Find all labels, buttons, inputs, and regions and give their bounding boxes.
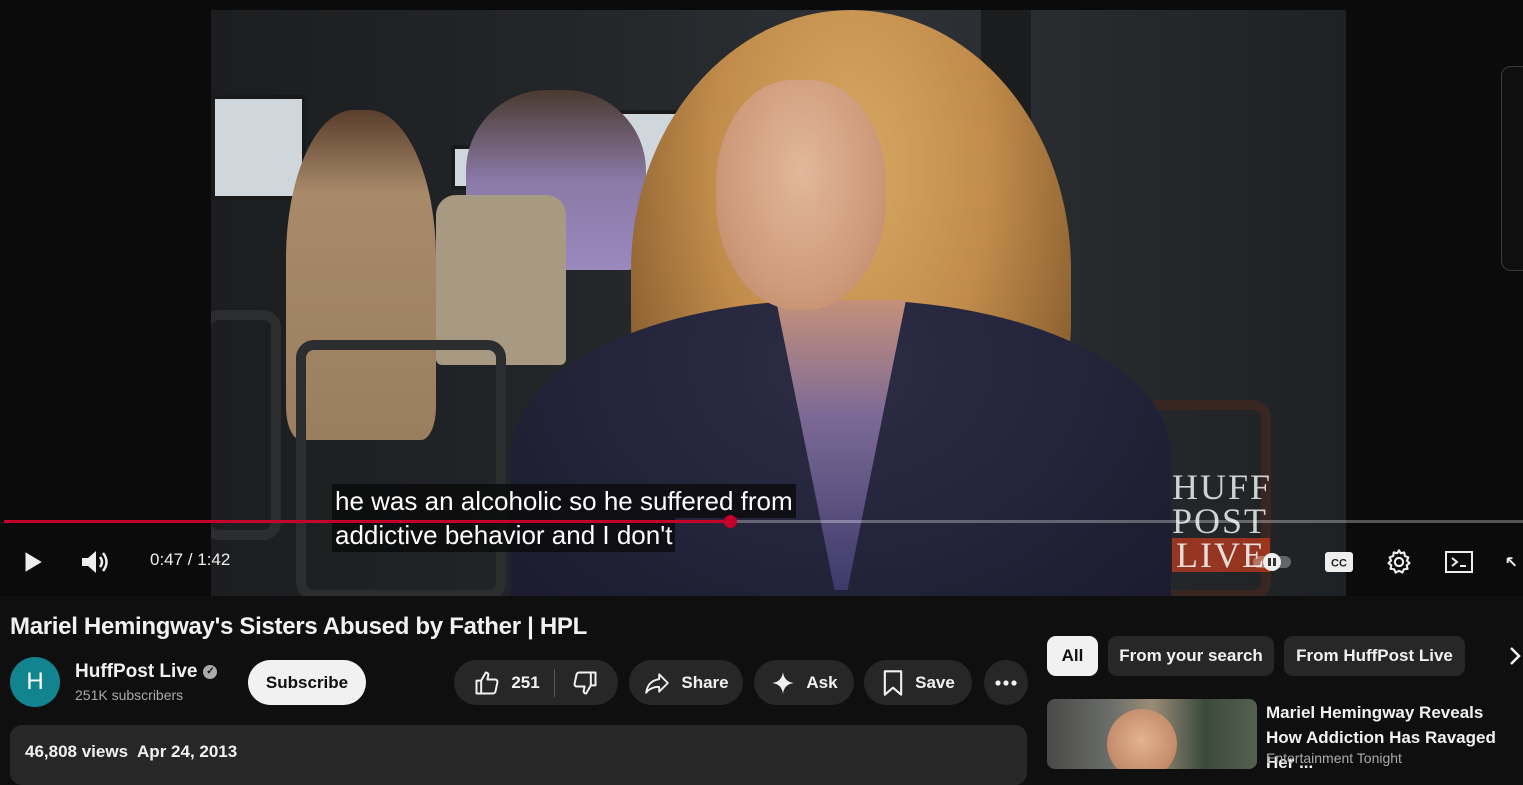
volume-icon xyxy=(82,551,108,573)
channel-row: H HuffPost Live ✓ 251K subscribers Subsc… xyxy=(10,657,1030,709)
like-button[interactable]: 251 xyxy=(473,668,555,697)
thumbs-down-icon xyxy=(573,671,597,694)
chip-all[interactable]: All xyxy=(1047,636,1098,676)
player-controls: 0:47 / 1:42 CC xyxy=(0,540,1523,584)
play-icon xyxy=(25,552,42,572)
share-icon xyxy=(645,672,670,694)
caption-line-1: he was an alcoholic so he suffered from xyxy=(332,484,796,518)
view-date-meta: 46,808 views Apr 24, 2013 xyxy=(25,742,237,762)
channel-avatar[interactable]: H xyxy=(10,657,60,707)
fullscreen-button[interactable] xyxy=(1500,540,1523,584)
subscribe-button[interactable]: Subscribe xyxy=(248,660,366,705)
progress-bar[interactable] xyxy=(4,515,1523,528)
play-button[interactable] xyxy=(14,540,50,584)
volume-button[interactable] xyxy=(76,540,114,584)
video-player[interactable]: HUFF POST LIVE he was an alcoholic so he… xyxy=(0,0,1523,596)
more-horizontal-icon xyxy=(995,679,1017,686)
channel-name[interactable]: HuffPost Live ✓ xyxy=(75,661,218,683)
save-button[interactable]: Save xyxy=(864,660,972,705)
svg-text:CC: CC xyxy=(1331,558,1347,570)
verified-check-icon: ✓ xyxy=(203,665,218,679)
captions-button[interactable]: CC xyxy=(1320,540,1358,584)
chips-next-button[interactable] xyxy=(1500,636,1523,676)
bookmark-icon xyxy=(883,669,903,696)
recommended-video-channel[interactable]: Entertainment Tonight xyxy=(1266,750,1402,766)
autoplay-toggle-icon xyxy=(1253,553,1291,571)
save-label: Save xyxy=(915,672,955,692)
progress-scrubber[interactable] xyxy=(724,515,738,528)
share-button[interactable]: Share xyxy=(629,660,743,705)
avatar-letter: H xyxy=(26,668,44,695)
gear-icon xyxy=(1387,549,1411,574)
more-actions-button[interactable] xyxy=(984,660,1028,705)
progress-played xyxy=(4,520,731,523)
dislike-button[interactable] xyxy=(565,669,599,697)
background-chair xyxy=(211,310,281,540)
background-monitor xyxy=(211,95,306,200)
host-face xyxy=(716,80,886,310)
share-label: Share xyxy=(681,672,729,692)
view-count: 46,808 views xyxy=(25,742,129,761)
recommended-video-thumbnail[interactable] xyxy=(1047,699,1257,769)
ask-label: Ask xyxy=(806,672,838,692)
miniplayer-button[interactable] xyxy=(1440,540,1478,584)
like-dislike-group: 251 xyxy=(454,660,618,705)
description-box[interactable]: 46,808 views Apr 24, 2013 xyxy=(10,725,1027,785)
subscriber-count: 251K subscribers xyxy=(75,687,184,703)
side-panel-edge xyxy=(1501,66,1523,271)
miniplayer-icon xyxy=(1445,551,1473,573)
thumbnail-face xyxy=(1107,709,1177,769)
autoplay-toggle[interactable] xyxy=(1250,540,1294,584)
time-display: 0:47 / 1:42 xyxy=(150,550,231,569)
chip-from-your-search[interactable]: From your search xyxy=(1108,636,1274,676)
fullscreen-icon xyxy=(1506,557,1517,567)
chevron-right-icon xyxy=(1510,647,1521,665)
chip-from-huffpost-live[interactable]: From HuffPost Live xyxy=(1284,636,1465,676)
thumbs-up-icon xyxy=(475,671,499,694)
sparkle-icon xyxy=(772,671,795,694)
settings-button[interactable] xyxy=(1380,540,1418,584)
upload-date: Apr 24, 2013 xyxy=(137,742,238,761)
filter-chips: All From your search From HuffPost Live xyxy=(1047,636,1523,676)
like-count: 251 xyxy=(511,672,540,692)
ask-button[interactable]: Ask xyxy=(754,660,854,705)
video-title: Mariel Hemingway's Sisters Abused by Fat… xyxy=(10,613,588,640)
cc-icon: CC xyxy=(1325,552,1353,572)
channel-name-text: HuffPost Live xyxy=(75,661,198,682)
